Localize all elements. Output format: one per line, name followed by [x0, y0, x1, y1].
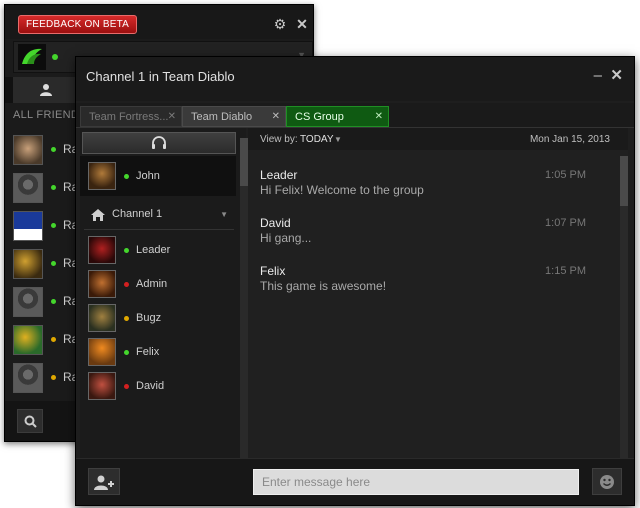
avatar: [13, 249, 43, 279]
status-dot: [124, 174, 129, 179]
chat-date: Mon Jan 15, 2013: [529, 134, 610, 145]
status-dot: [51, 299, 56, 304]
window-title: Channel 1 in Team Diablo: [86, 69, 235, 84]
member-name: David: [136, 380, 165, 392]
message-text: Hi Felix! Welcome to the group: [260, 183, 424, 197]
chat-tabs: Team Fortress... ✕ Team Diablo ✕ CS Grou…: [76, 103, 634, 128]
tab-label: CS Group: [295, 111, 344, 123]
tab-label: Team Diablo: [191, 111, 253, 123]
chat-scrollbar[interactable]: [620, 156, 628, 458]
chat-pane: View by: TODAY ▼ Mon Jan 15, 2013 Leader…: [248, 128, 628, 458]
status-dot: [51, 337, 56, 342]
gear-icon[interactable]: ⚙: [273, 17, 287, 31]
home-icon: [90, 208, 106, 225]
channel-label: Channel 1: [112, 208, 163, 220]
member-row[interactable]: Admin: [80, 268, 236, 300]
status-dot: [51, 223, 56, 228]
emoji-button[interactable]: [592, 468, 622, 495]
tab-cs-group[interactable]: CS Group ✕: [286, 106, 389, 127]
status-dot: [52, 54, 58, 60]
voice-user-name: John: [136, 170, 160, 182]
view-by-label: View by:: [260, 134, 298, 145]
message-sender: David: [260, 216, 291, 230]
voice-button[interactable]: [82, 132, 236, 154]
status-dot: [51, 185, 56, 190]
message-sender: Leader: [260, 168, 298, 182]
tab-team-fortress[interactable]: Team Fortress... ✕: [80, 106, 182, 127]
tab-close-icon[interactable]: ✕: [272, 107, 280, 127]
status-dot: [51, 261, 56, 266]
tab-team-diablo[interactable]: Team Diablo ✕: [182, 106, 286, 127]
member-name: Bugz: [136, 312, 162, 324]
chat-window: Channel 1 in Team Diablo – ✕ Team Fortre…: [75, 56, 635, 506]
close-icon[interactable]: ✕: [295, 17, 309, 31]
scrollbar-thumb[interactable]: [240, 138, 248, 186]
chevron-down-icon[interactable]: ▼: [220, 210, 228, 219]
member-name: Admin: [136, 278, 168, 290]
avatar: [88, 162, 116, 190]
channel-row[interactable]: Channel 1 ▼: [80, 200, 236, 230]
message-input[interactable]: [253, 469, 579, 495]
voice-user-row[interactable]: John: [80, 156, 236, 196]
close-icon[interactable]: ✕: [610, 66, 623, 84]
minimize-icon[interactable]: –: [594, 67, 602, 84]
status-dot: [124, 282, 129, 287]
avatar: [88, 372, 116, 400]
avatar: [88, 236, 116, 264]
member-row[interactable]: Felix: [80, 336, 236, 368]
member-row[interactable]: Leader: [80, 234, 236, 266]
member-scrollbar[interactable]: [240, 138, 248, 458]
view-by-select[interactable]: TODAY: [300, 134, 334, 145]
chevron-down-icon[interactable]: ▼: [334, 135, 342, 144]
avatar: [88, 304, 116, 332]
avatar: [13, 135, 43, 165]
member-row[interactable]: Bugz: [80, 302, 236, 334]
status-dot: [124, 350, 129, 355]
avatar: [13, 287, 43, 317]
member-name: Felix: [136, 346, 160, 358]
tab-close-icon[interactable]: ✕: [375, 107, 383, 127]
add-user-button[interactable]: [88, 468, 120, 495]
search-icon[interactable]: [17, 409, 43, 433]
composer-bar: [76, 458, 634, 505]
divider: [84, 229, 234, 230]
message-time: 1:05 PM: [545, 169, 586, 181]
message-time: 1:07 PM: [545, 217, 586, 229]
avatar: [13, 363, 43, 393]
status-dot: [51, 375, 56, 380]
chat-titlebar: Channel 1 in Team Diablo – ✕: [76, 57, 634, 101]
avatar: [88, 338, 116, 366]
smiley-icon: [600, 475, 614, 489]
message-time: 1:15 PM: [545, 265, 586, 277]
friends-titlebar: FEEDBACK ON BETA ⚙ ✕: [5, 5, 313, 39]
avatar: [13, 173, 43, 203]
headset-icon: [152, 136, 166, 149]
member-name: Leader: [136, 244, 171, 256]
feedback-button[interactable]: FEEDBACK ON BETA: [18, 15, 138, 34]
status-dot: [51, 147, 56, 152]
avatar: [13, 325, 43, 355]
status-dot: [124, 316, 129, 321]
member-pane: John Channel 1 ▼ Leader Admin Bugz Felix Dav…: [80, 128, 248, 458]
status-dot: [124, 248, 129, 253]
chat-header: View by: TODAY ▼ Mon Jan 15, 2013: [248, 128, 628, 150]
add-user-icon: [94, 475, 114, 490]
razer-logo-icon: [18, 44, 46, 70]
message-sender: Felix: [260, 264, 286, 278]
tab-friends[interactable]: [13, 77, 79, 103]
avatar: [13, 211, 43, 241]
message-text: Hi gang...: [260, 231, 312, 245]
scrollbar-thumb[interactable]: [620, 156, 628, 206]
message-text: This game is awesome!: [260, 279, 387, 293]
avatar: [88, 270, 116, 298]
member-row[interactable]: David: [80, 370, 236, 402]
status-dot: [124, 384, 129, 389]
tab-close-icon[interactable]: ✕: [168, 107, 176, 127]
tab-label: Team Fortress...: [89, 111, 169, 123]
person-icon: [40, 84, 52, 96]
